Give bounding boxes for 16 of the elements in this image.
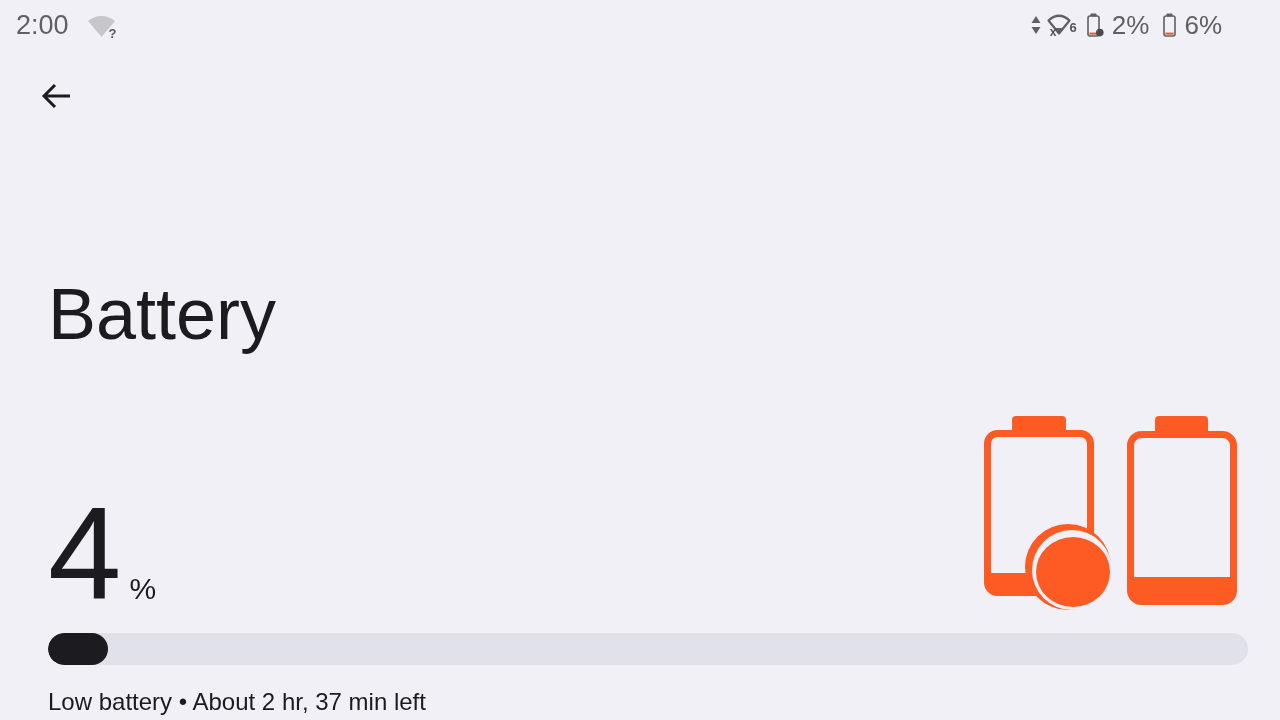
- battery-dot-icon: [1086, 13, 1104, 37]
- network-label: 6: [1069, 21, 1077, 34]
- battery-percent: 6%: [1184, 9, 1222, 41]
- wifi-question-mark: ?: [108, 27, 117, 40]
- status-time: 2:00: [16, 9, 69, 41]
- signal-icon: [1046, 13, 1071, 35]
- back-arrow-icon: [41, 83, 71, 109]
- page-title: Battery: [48, 273, 278, 356]
- battery-percent: 2%: [1111, 9, 1150, 41]
- battery-unit: %: [129, 572, 157, 606]
- data-arrows-icon: [1030, 15, 1041, 35]
- battery-icon: [1163, 13, 1177, 37]
- battery-status-text: Low battery • About 2 hr, 37 min left: [48, 688, 427, 717]
- no-data-mark: x: [1049, 26, 1057, 38]
- wifi-icon: [87, 15, 115, 37]
- battery-value: 4: [48, 488, 122, 620]
